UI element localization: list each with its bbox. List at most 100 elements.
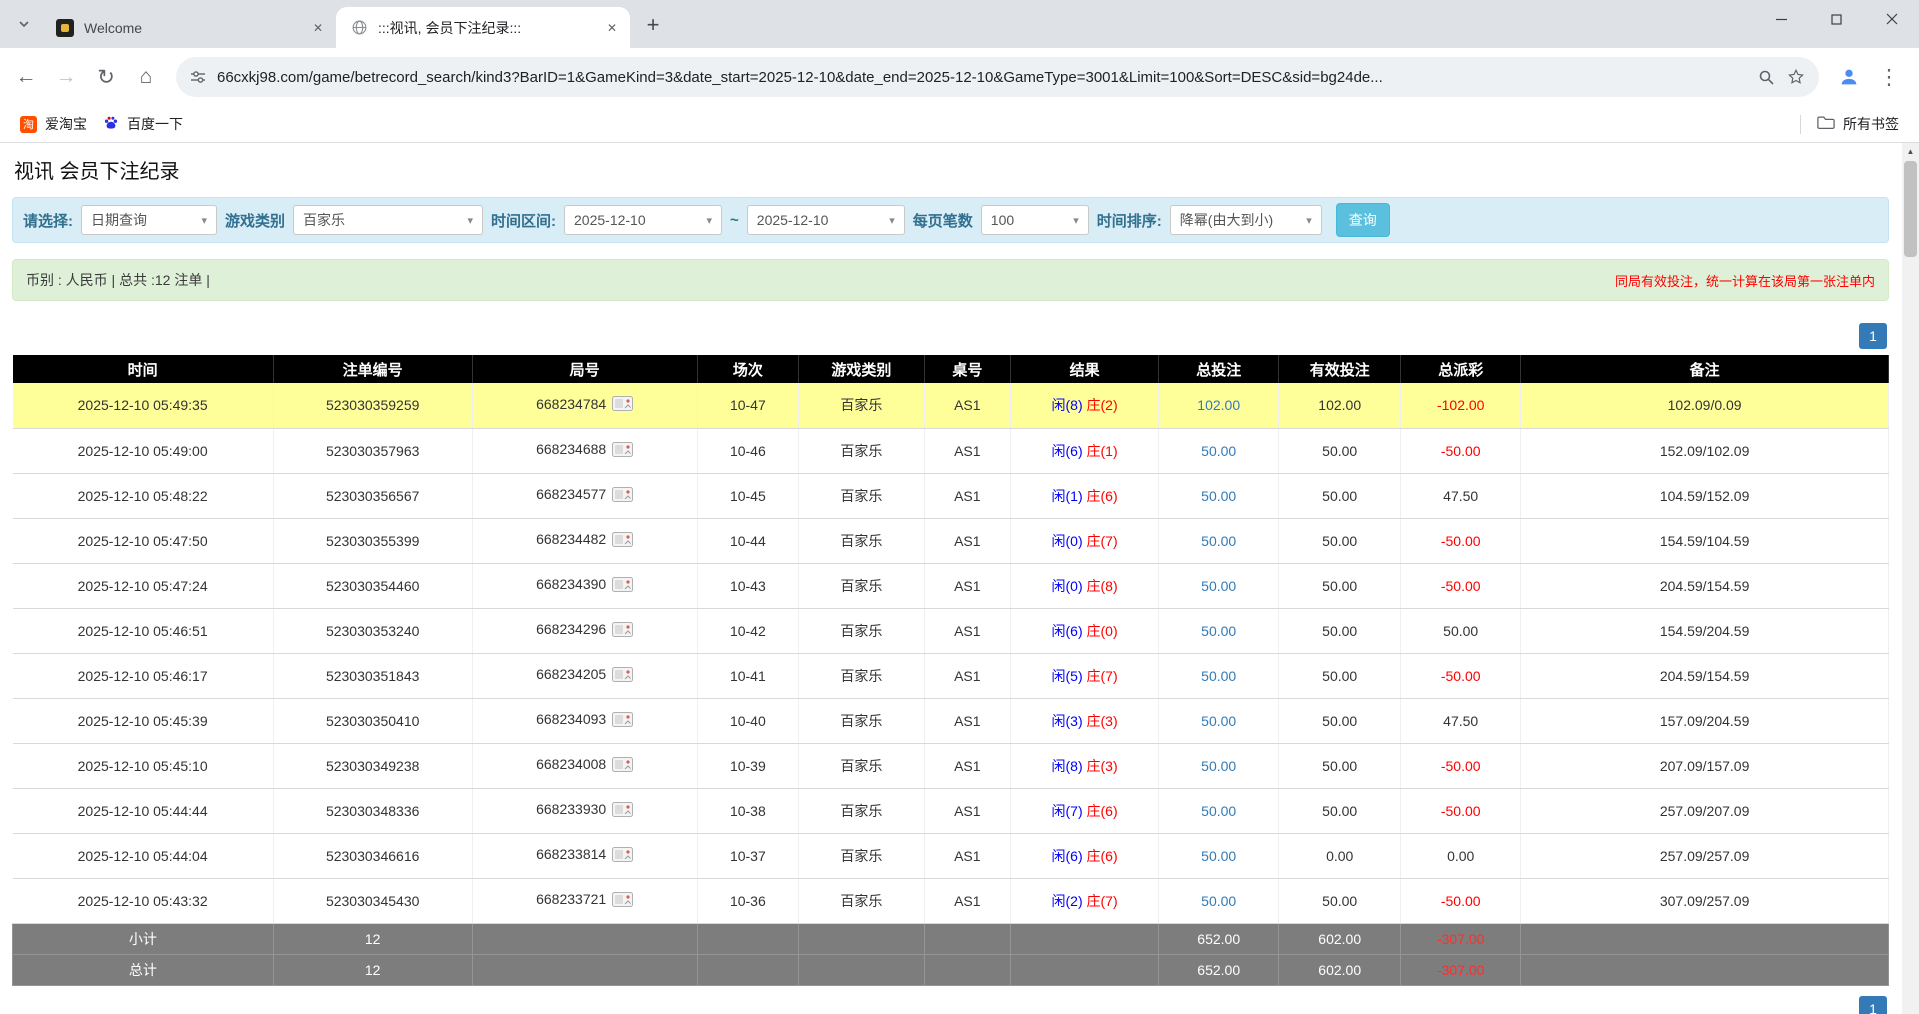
replay-icon[interactable] [612, 442, 633, 460]
chevron-down-icon: ▾ [467, 214, 473, 227]
cell-payout: -50.00 [1401, 788, 1521, 833]
replay-icon[interactable] [612, 622, 633, 640]
cell-table-no: AS1 [924, 833, 1010, 878]
address-bar[interactable]: 66cxkj98.com/game/betrecord_search/kind3… [176, 57, 1819, 97]
minimize-button[interactable] [1754, 0, 1809, 38]
cell-round: 668233930 [472, 788, 697, 833]
cell-total-bet[interactable]: 50.00 [1159, 878, 1279, 923]
cell-total-bet[interactable]: 50.00 [1159, 698, 1279, 743]
cell-total-bet[interactable]: 50.00 [1159, 833, 1279, 878]
filter-label-page-size: 每页笔数 [913, 210, 973, 231]
home-icon[interactable]: ⌂ [128, 59, 164, 95]
tab-title: Welcome [84, 20, 302, 36]
cell-remark: 257.09/207.09 [1521, 788, 1889, 833]
query-type-select[interactable]: 日期查询 ▾ [81, 205, 217, 235]
taobao-icon: 淘 [20, 116, 37, 133]
bookmark-baidu[interactable]: 百度一下 [95, 110, 191, 138]
cell-total-bet[interactable]: 50.00 [1159, 788, 1279, 833]
select-value: 日期查询 [91, 210, 147, 230]
game-category-select[interactable]: 百家乐 ▾ [293, 205, 483, 235]
cell-total-bet[interactable]: 50.00 [1159, 428, 1279, 473]
cell-payout: 0.00 [1401, 833, 1521, 878]
replay-icon[interactable] [612, 667, 633, 685]
cell-total-bet[interactable]: 102.00 [1159, 383, 1279, 428]
all-bookmarks-button[interactable]: 所有书签 [1809, 110, 1907, 138]
scrollbar-thumb[interactable] [1904, 161, 1917, 257]
replay-icon[interactable] [612, 532, 633, 550]
tab-bet-records[interactable]: :::视讯, 会员下注纪录::: ✕ [336, 7, 630, 48]
url-text[interactable]: 66cxkj98.com/game/betrecord_search/kind3… [217, 69, 1746, 86]
cell-total-bet[interactable]: 50.00 [1159, 563, 1279, 608]
menu-icon[interactable]: ⋮ [1871, 59, 1907, 95]
table-row: 2025-12-10 05:48:22523030356567668234577… [13, 473, 1889, 518]
footer-cell [697, 954, 798, 985]
cell-total-bet[interactable]: 50.00 [1159, 608, 1279, 653]
cell-time: 2025-12-10 05:46:17 [13, 653, 274, 698]
cell-time: 2025-12-10 05:49:35 [13, 383, 274, 428]
cell-valid-bet: 50.00 [1279, 428, 1401, 473]
cell-session: 10-41 [697, 653, 798, 698]
tab-search-button[interactable] [10, 10, 38, 38]
page-1-button[interactable]: 1 [1859, 323, 1887, 349]
cell-round: 668234688 [472, 428, 697, 473]
back-icon[interactable]: ← [8, 59, 44, 95]
replay-icon[interactable] [612, 847, 633, 865]
column-header: 时间 [13, 355, 274, 383]
tab-close-icon[interactable]: ✕ [602, 18, 622, 38]
cell-total-bet[interactable]: 50.00 [1159, 743, 1279, 788]
baidu-icon [103, 115, 119, 134]
cell-session: 10-37 [697, 833, 798, 878]
cell-session: 10-43 [697, 563, 798, 608]
cell-valid-bet: 0.00 [1279, 833, 1401, 878]
date-start-select[interactable]: 2025-12-10 ▾ [564, 205, 722, 235]
tab-close-icon[interactable]: ✕ [308, 18, 328, 38]
footer-cell [1521, 923, 1889, 954]
zoom-icon[interactable] [1758, 69, 1775, 86]
cell-remark: 207.09/157.09 [1521, 743, 1889, 788]
page-size-select[interactable]: 100 ▾ [981, 205, 1089, 235]
cell-total-bet[interactable]: 50.00 [1159, 653, 1279, 698]
footer-cell [799, 923, 925, 954]
cell-session: 10-42 [697, 608, 798, 653]
cell-valid-bet: 102.00 [1279, 383, 1401, 428]
bookmark-taobao[interactable]: 淘 爱淘宝 [12, 110, 95, 138]
profile-avatar-icon[interactable] [1831, 59, 1867, 95]
window-close-button[interactable] [1864, 0, 1919, 38]
maximize-button[interactable] [1809, 0, 1864, 38]
replay-icon[interactable] [612, 577, 633, 595]
bookmark-star-icon[interactable] [1787, 68, 1805, 86]
cell-bet-id: 523030348336 [273, 788, 472, 833]
site-info-icon[interactable] [190, 69, 206, 85]
cell-table-no: AS1 [924, 473, 1010, 518]
date-end-select[interactable]: 2025-12-10 ▾ [747, 205, 905, 235]
page-1-button[interactable]: 1 [1859, 996, 1887, 1014]
filter-bar: 请选择: 日期查询 ▾ 游戏类别 百家乐 ▾ 时间区间: 2025-12-10 … [12, 197, 1889, 243]
filter-label-game-category: 游戏类别 [225, 210, 285, 231]
refresh-icon[interactable]: ↻ [88, 59, 124, 95]
welcome-favicon-icon [56, 19, 74, 37]
cell-time: 2025-12-10 05:45:39 [13, 698, 274, 743]
forward-icon[interactable]: → [48, 59, 84, 95]
summary-notice: 同局有效投注，统一计算在该局第一张注单内 [1615, 271, 1875, 290]
cell-session: 10-36 [697, 878, 798, 923]
page-scrollbar[interactable]: ▲ [1902, 143, 1919, 1014]
cell-result: 闲(3) 庄(3) [1010, 698, 1158, 743]
cell-bet-id: 523030356567 [273, 473, 472, 518]
cell-payout: 50.00 [1401, 608, 1521, 653]
replay-icon[interactable] [612, 757, 633, 775]
window-controls [1754, 0, 1919, 38]
replay-icon[interactable] [612, 802, 633, 820]
replay-icon[interactable] [612, 892, 633, 910]
tab-welcome[interactable]: Welcome ✕ [42, 7, 336, 48]
cell-total-bet[interactable]: 50.00 [1159, 518, 1279, 563]
replay-icon[interactable] [612, 712, 633, 730]
new-tab-button[interactable]: + [638, 10, 668, 40]
cell-game-category: 百家乐 [799, 743, 925, 788]
cell-valid-bet: 50.00 [1279, 563, 1401, 608]
cell-total-bet[interactable]: 50.00 [1159, 473, 1279, 518]
replay-icon[interactable] [612, 487, 633, 505]
search-button[interactable]: 查询 [1336, 203, 1390, 237]
scroll-up-icon[interactable]: ▲ [1902, 143, 1919, 160]
sort-order-select[interactable]: 降幂(由大到小) ▾ [1170, 205, 1322, 235]
replay-icon[interactable] [612, 396, 633, 414]
